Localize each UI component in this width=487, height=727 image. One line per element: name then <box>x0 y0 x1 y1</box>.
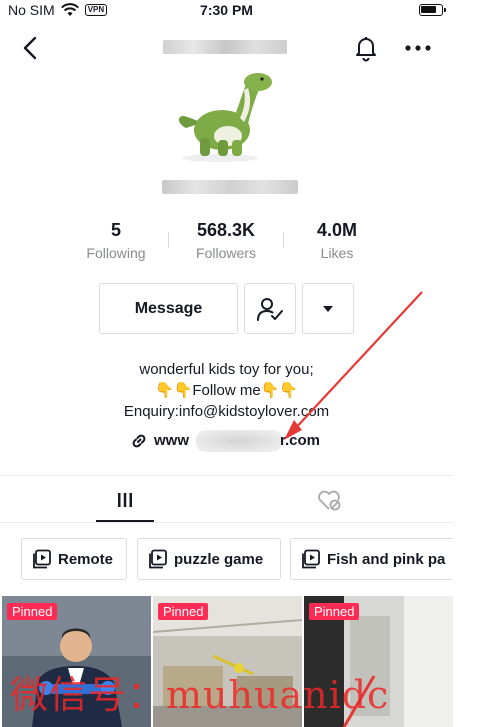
tab-videos[interactable] <box>96 478 154 522</box>
bio-line: Enquiry:info@kidstoylover.com <box>123 403 330 420</box>
stat-divider <box>283 232 284 248</box>
playlist-chip[interactable]: Fish and pink pa <box>290 538 453 580</box>
playlist-icon <box>302 549 320 569</box>
blurred-username <box>163 40 287 54</box>
divider <box>0 475 453 476</box>
message-button[interactable]: Message <box>99 283 238 334</box>
link-prefix: www <box>154 432 190 449</box>
playlist-label: Fish and pink pa <box>327 550 446 568</box>
stat-divider <box>168 232 169 248</box>
followers-count: 568.3K <box>196 220 256 240</box>
playlist-icon <box>149 549 167 569</box>
blurred-handle <box>162 180 298 194</box>
bio: wonderful kids toy for you; 👇👇Follow me👇… <box>60 359 393 422</box>
liked-hidden-icon <box>318 490 341 511</box>
avatar[interactable] <box>170 66 282 166</box>
chevron-left-icon[interactable] <box>18 34 44 62</box>
divider <box>0 522 453 523</box>
bio-line: 👇👇Follow me👇👇 <box>154 382 299 399</box>
link-suffix: r.com <box>280 432 321 449</box>
following-status-button[interactable] <box>244 283 296 334</box>
bio-line: wonderful kids toy for you; <box>139 361 314 378</box>
playlist-icon <box>33 549 51 569</box>
followers-label: Followers <box>196 245 256 261</box>
more-horizontal-icon[interactable] <box>403 36 433 60</box>
playlist-label: puzzle game <box>174 550 264 568</box>
grid-icon <box>118 493 132 507</box>
blurred-link-part <box>196 430 282 452</box>
stat-following[interactable]: 5 Following <box>66 220 166 261</box>
battery-icon <box>419 4 446 16</box>
playlist-chip[interactable]: puzzle game <box>137 538 281 580</box>
suggested-accounts-button[interactable] <box>302 283 354 334</box>
user-check-icon <box>257 297 283 321</box>
likes-label: Likes <box>320 245 354 261</box>
tab-liked[interactable] <box>300 478 360 522</box>
bio-link[interactable]: www r.com <box>130 430 330 452</box>
caret-down-icon <box>323 305 333 312</box>
following-label: Following <box>86 245 146 261</box>
bell-icon[interactable] <box>353 34 379 62</box>
status-bar: No SIM VPN 7:30 PM <box>0 0 453 22</box>
pinned-badge: Pinned <box>309 603 360 620</box>
link-icon <box>132 434 146 448</box>
pinned-badge: Pinned <box>158 603 209 620</box>
playlist-chip[interactable]: Remote <box>21 538 127 580</box>
playlist-label: Remote <box>58 550 114 568</box>
following-count: 5 <box>110 220 121 240</box>
stat-likes[interactable]: 4.0M Likes <box>287 220 387 261</box>
pinned-badge: Pinned <box>7 603 58 620</box>
watermark-text: 微信号：muhuanidc <box>10 673 390 717</box>
stat-followers[interactable]: 568.3K Followers <box>176 220 276 261</box>
likes-count: 4.0M <box>316 220 358 240</box>
status-time: 7:30 PM <box>200 2 253 18</box>
